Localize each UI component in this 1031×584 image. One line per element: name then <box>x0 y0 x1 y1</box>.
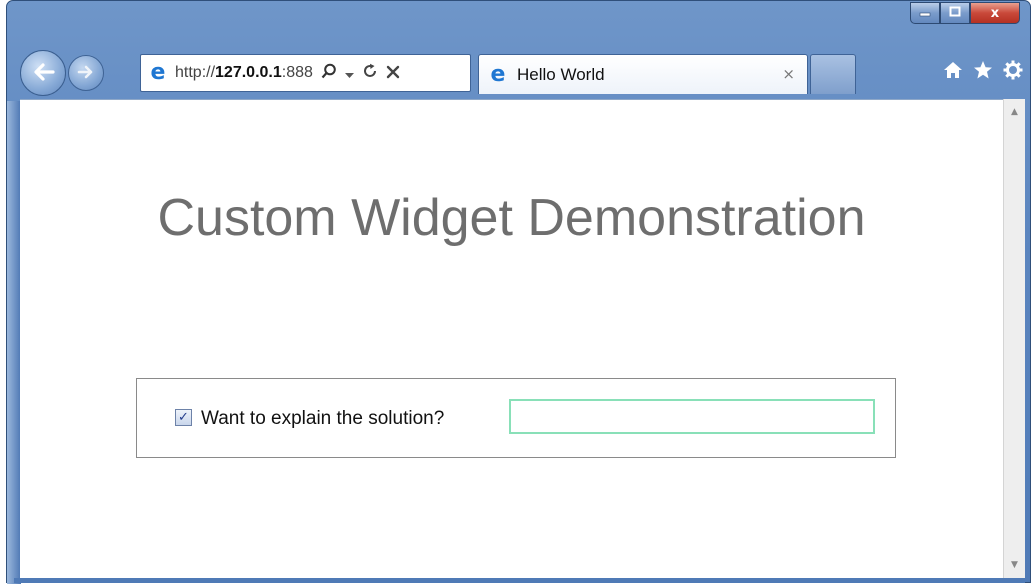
scroll-down-icon[interactable]: ▼ <box>1004 556 1025 574</box>
custom-widget-panel: ✓ Want to explain the solution? <box>136 378 896 458</box>
tab-hello-world[interactable]: e Hello World × <box>478 54 808 94</box>
maximize-button[interactable] <box>940 2 970 24</box>
caption-buttons: x <box>910 2 1020 25</box>
minimize-icon <box>919 6 931 21</box>
browser-toolbar <box>943 60 1023 86</box>
checkmark-icon: ✓ <box>178 410 189 425</box>
search-icon[interactable] <box>321 63 337 83</box>
address-tools <box>321 63 400 83</box>
address-bar[interactable]: e http://127.0.0.1:888 <box>140 54 471 92</box>
scroll-up-icon[interactable]: ▲ <box>1004 103 1025 121</box>
forward-button[interactable] <box>68 55 104 91</box>
refresh-icon[interactable] <box>362 63 378 83</box>
url-text[interactable]: http://127.0.0.1:888 <box>175 64 313 82</box>
forward-arrow-icon <box>77 64 95 83</box>
star-icon[interactable] <box>973 60 993 86</box>
gear-icon[interactable] <box>1003 60 1023 86</box>
close-button[interactable]: x <box>970 2 1020 24</box>
url-port: :888 <box>281 64 313 81</box>
explain-checkbox-label[interactable]: Want to explain the solution? <box>201 408 444 430</box>
page-title: Custom Widget Demonstration <box>157 189 866 247</box>
page-viewport: Custom Widget Demonstration ✓ Want to ex… <box>20 99 1003 579</box>
stop-icon[interactable] <box>386 64 400 83</box>
tab-title: Hello World <box>517 64 605 84</box>
back-arrow-icon <box>31 62 55 85</box>
ie-page-icon: e <box>150 60 166 85</box>
solution-text-input[interactable] <box>509 399 875 434</box>
url-host: 127.0.0.1 <box>215 64 282 81</box>
window-frame-edge <box>7 101 21 584</box>
new-tab-button[interactable] <box>810 54 856 94</box>
window-bottom-edge <box>14 578 1025 583</box>
vertical-scrollbar[interactable]: ▲ ▼ <box>1003 99 1025 578</box>
explain-checkbox[interactable]: ✓ <box>175 409 192 426</box>
back-button[interactable] <box>20 50 66 96</box>
tab-close-icon[interactable]: × <box>782 65 795 83</box>
dropdown-icon[interactable] <box>344 64 354 83</box>
url-prefix: http:// <box>175 64 216 81</box>
ie-tab-icon: e <box>490 61 506 87</box>
home-icon[interactable] <box>943 60 963 86</box>
minimize-button[interactable] <box>910 2 940 24</box>
close-icon: x <box>990 5 1000 21</box>
maximize-icon <box>949 6 961 21</box>
